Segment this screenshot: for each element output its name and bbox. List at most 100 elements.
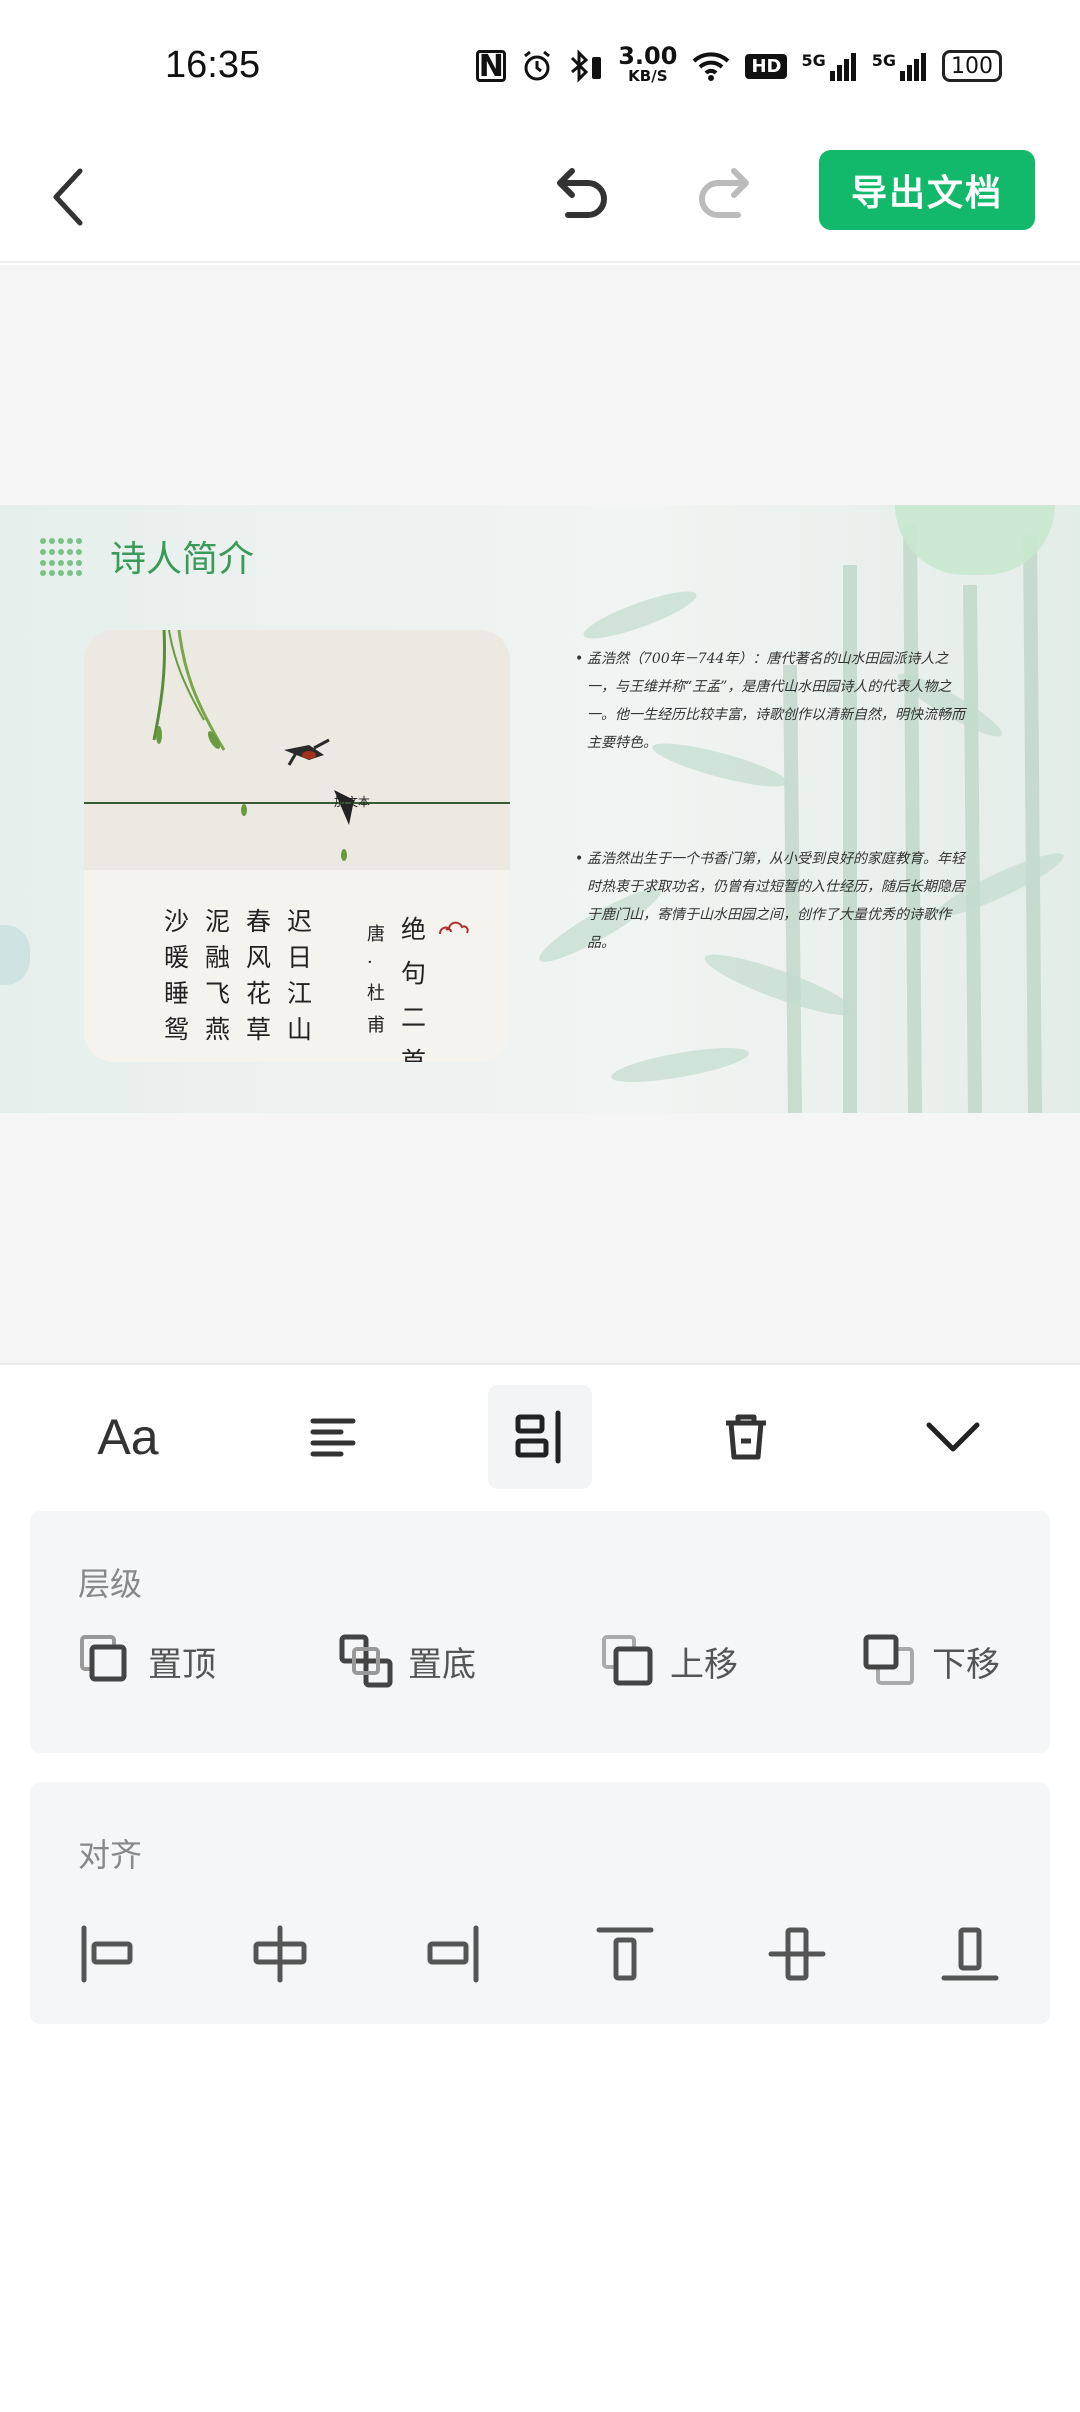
align-center-vertical-icon (768, 1927, 826, 1981)
poem-image-card[interactable]: 加文本 沙 暖 睡 鸳 泥 融 飞 燕 春 风 花 草 迟 日 江 山 唐 · … (84, 630, 510, 1062)
poem-column: 春 风 花 草 (246, 907, 272, 1044)
bio-paragraph-1: 孟浩然（700年－744年）：唐代著名的山水田园派诗人之一，与王维并称“王孟”，… (587, 651, 965, 751)
speed-value: 3.00 (618, 42, 678, 70)
tab-arrange[interactable] (488, 1385, 592, 1489)
editor-toolbar: 导出文档 (0, 135, 1080, 263)
move-up-label: 上移 (670, 1644, 738, 1685)
poem-char: 睡 (164, 979, 190, 1008)
decorative-shape (0, 925, 30, 985)
poem-char: 草 (246, 1015, 272, 1044)
text-align-icon (310, 1418, 356, 1457)
redo-button[interactable] (686, 157, 766, 237)
trash-icon (726, 1414, 766, 1460)
swallow-willow-illustration (152, 630, 354, 861)
speed-unit: KB/S (628, 67, 668, 85)
align-right-button[interactable] (420, 1922, 484, 1986)
bring-to-front-label: 置顶 (148, 1644, 216, 1685)
redo-icon (699, 168, 749, 218)
poem-char: 花 (246, 979, 272, 1008)
poem-char: 春 (246, 907, 272, 936)
poem-author: 唐 · 杜 甫 (367, 920, 385, 1037)
status-time: 16:35 (165, 44, 261, 86)
align-center-horizontal-button[interactable] (248, 1922, 312, 1986)
move-up-icon (602, 1635, 653, 1686)
poem-char: 山 (287, 1015, 313, 1044)
align-top-icon (596, 1927, 654, 1981)
align-left-icon (81, 1925, 133, 1983)
nfc-icon: N (476, 49, 507, 84)
tab-font[interactable]: Aa (76, 1385, 180, 1489)
bio-paragraph-2: 孟浩然出生于一个书香门第，从小受到良好的家庭教育。年轻时热衷于求取功名，仍曾有过… (587, 851, 965, 951)
bio-text-2[interactable]: • 孟浩然出生于一个书香门第，从小受到良好的家庭教育。年轻时热衷于求取功名，仍曾… (575, 845, 975, 957)
poem-column: 迟 日 江 山 (287, 907, 313, 1044)
author-char: 甫 (367, 1015, 385, 1036)
poem-title: 绝 句 二 首 (401, 910, 426, 1062)
status-icons: N 3.00 KB/S HD 5G 5G 100 (476, 44, 1002, 88)
signal-label-1: 5G (801, 51, 826, 70)
chevron-left-icon (53, 168, 83, 226)
battery-indicator: 100 (942, 50, 1002, 82)
back-button[interactable] (40, 157, 100, 237)
align-center-vertical-button[interactable] (765, 1922, 829, 1986)
tab-delete[interactable] (694, 1385, 798, 1489)
title-char: 绝 (401, 915, 427, 944)
edit-tabs: Aa (0, 1385, 1080, 1493)
poem-column: 泥 融 飞 燕 (205, 909, 231, 1042)
align-section: 对齐 (30, 1782, 1050, 2024)
align-center-horizontal-icon (253, 1925, 307, 1983)
poem-char: 融 (205, 943, 231, 972)
align-right-icon (427, 1925, 479, 1983)
export-document-button[interactable]: 导出文档 (819, 150, 1035, 230)
author-char: 唐 (367, 924, 385, 945)
move-down-label: 下移 (932, 1644, 1000, 1685)
align-left-button[interactable] (76, 1922, 140, 1986)
tab-paragraph[interactable] (281, 1385, 385, 1489)
poem-char: 沙 (164, 907, 190, 936)
add-text-label[interactable]: 加文本 (334, 793, 370, 810)
align-bottom-icon (941, 1927, 999, 1981)
send-to-back-button[interactable]: 置底 (338, 1631, 476, 1691)
bluetooth-battery-icon (568, 49, 604, 83)
bamboo-background-image (539, 524, 1064, 1113)
move-down-button[interactable]: 下移 (862, 1631, 1000, 1691)
dot-grid-icon (40, 538, 86, 578)
panel-divider (0, 1363, 1080, 1365)
title-char: 二 (401, 1003, 427, 1032)
poem-char: 江 (287, 979, 313, 1008)
poem-text[interactable]: 沙 暖 睡 鸳 泥 融 飞 燕 春 风 花 草 迟 日 江 山 (164, 907, 313, 1044)
poem-char: 迟 (287, 907, 313, 936)
poem-char: 鸳 (164, 1015, 190, 1044)
signal-icon-1: 5G (801, 51, 857, 81)
collapse-panel-button[interactable] (901, 1385, 1005, 1489)
slide[interactable]: 诗人简介 加文本 沙 暖 睡 鸳 泥 融 飞 燕 春 风 花 草 迟 日 江 山… (0, 505, 1080, 1113)
poem-char: 暖 (164, 943, 190, 972)
chevron-down-icon (926, 1422, 980, 1452)
align-bottom-button[interactable] (938, 1922, 1002, 1986)
undo-icon (557, 168, 607, 218)
network-speed: 3.00 KB/S (618, 42, 678, 86)
hd-icon: HD (745, 53, 788, 79)
move-down-icon (863, 1634, 914, 1685)
bring-to-front-button[interactable]: 置顶 (78, 1631, 216, 1691)
bring-to-front-icon (80, 1635, 127, 1682)
move-up-button[interactable]: 上移 (600, 1631, 738, 1691)
slide-canvas[interactable]: 诗人简介 加文本 沙 暖 睡 鸳 泥 融 飞 燕 春 风 花 草 迟 日 江 山… (0, 265, 1080, 1365)
poem-column: 沙 暖 睡 鸳 (164, 907, 190, 1044)
bullet-icon: • (575, 651, 584, 667)
align-top-button[interactable] (593, 1922, 657, 1986)
poem-char: 风 (246, 943, 272, 972)
signal-label-2: 5G (871, 51, 896, 70)
alarm-icon (520, 49, 554, 83)
wifi-icon (691, 50, 731, 82)
arrange-icon (515, 1410, 561, 1464)
illustration (84, 630, 510, 870)
bio-text-1[interactable]: • 孟浩然（700年－744年）：唐代著名的山水田园派诗人之一，与王维并称“王孟… (575, 645, 975, 757)
status-bar: 16:35 N 3.00 KB/S HD 5G 5G 100 (0, 0, 1080, 135)
title-char: 句 (401, 959, 427, 988)
poem-char: 日 (287, 943, 313, 972)
send-to-back-label: 置底 (408, 1644, 476, 1685)
undo-button[interactable] (540, 157, 620, 237)
auspicious-cloud-icon (439, 921, 469, 935)
slide-title[interactable]: 诗人简介 (110, 530, 254, 582)
bullet-icon: • (575, 851, 584, 867)
